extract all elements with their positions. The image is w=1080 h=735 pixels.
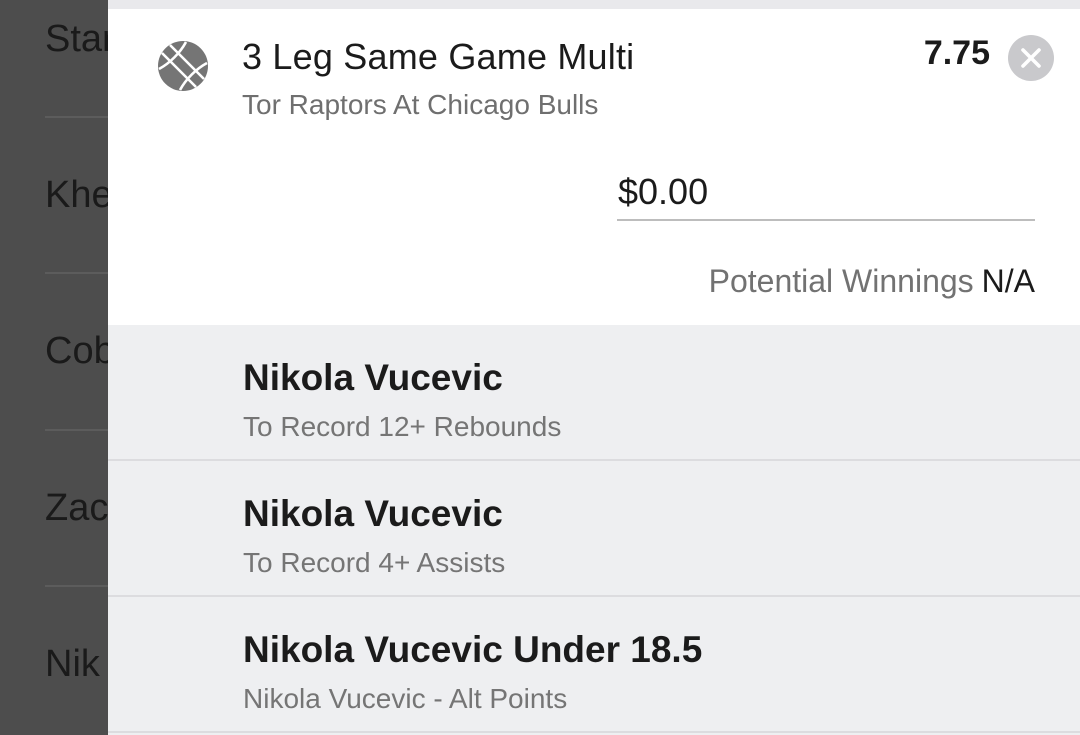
background-list-item: Cob bbox=[45, 330, 108, 372]
remove-bet-button[interactable] bbox=[1008, 35, 1054, 81]
stake-input[interactable]: $0.00 bbox=[617, 169, 1035, 221]
leg-title: Nikola Vucevic Under 18.5 bbox=[243, 629, 703, 670]
potential-winnings: Potential Winnings N/A bbox=[709, 263, 1035, 300]
bet-slip-panel: 3 Leg Same Game Multi Tor Raptors At Chi… bbox=[108, 0, 1080, 735]
bet-leg: Nikola Vucevic Under 18.5 Nikola Vucevic… bbox=[108, 597, 1080, 733]
bet-title: 3 Leg Same Game Multi bbox=[242, 36, 635, 77]
bet-odds: 7.75 bbox=[923, 34, 990, 72]
close-icon bbox=[1021, 48, 1041, 68]
divider bbox=[45, 429, 108, 431]
leg-market: To Record 4+ Assists bbox=[243, 547, 506, 578]
background-list-item: Khe bbox=[45, 174, 108, 216]
bet-leg: Nikola Vucevic To Record 12+ Rebounds bbox=[108, 325, 1080, 461]
bet-leg: Nikola Vucevic To Record 4+ Assists bbox=[108, 461, 1080, 597]
leg-market: To Record 12+ Rebounds bbox=[243, 411, 562, 442]
divider bbox=[45, 116, 108, 118]
background-list-item: Zac bbox=[45, 487, 108, 529]
leg-market: Nikola Vucevic - Alt Points bbox=[243, 683, 568, 714]
leg-title: Nikola Vucevic bbox=[243, 493, 503, 534]
leg-title: Nikola Vucevic bbox=[243, 357, 503, 398]
divider bbox=[45, 585, 108, 587]
background-list-item: Nik bbox=[45, 643, 100, 685]
divider bbox=[45, 272, 108, 274]
event-name: Tor Raptors At Chicago Bulls bbox=[242, 89, 599, 120]
panel-top-strip bbox=[108, 0, 1080, 9]
potential-winnings-label: Potential Winnings bbox=[708, 263, 974, 299]
basketball-icon bbox=[156, 39, 210, 93]
potential-winnings-value: N/A bbox=[981, 263, 1035, 299]
bet-card: 3 Leg Same Game Multi Tor Raptors At Chi… bbox=[108, 9, 1080, 325]
background-list: Star Khe Cob Zac Nik bbox=[0, 0, 108, 735]
background-list-item: Star bbox=[45, 18, 108, 60]
screen: Star Khe Cob Zac Nik 3 Leg Same Game Mul… bbox=[0, 0, 1080, 735]
